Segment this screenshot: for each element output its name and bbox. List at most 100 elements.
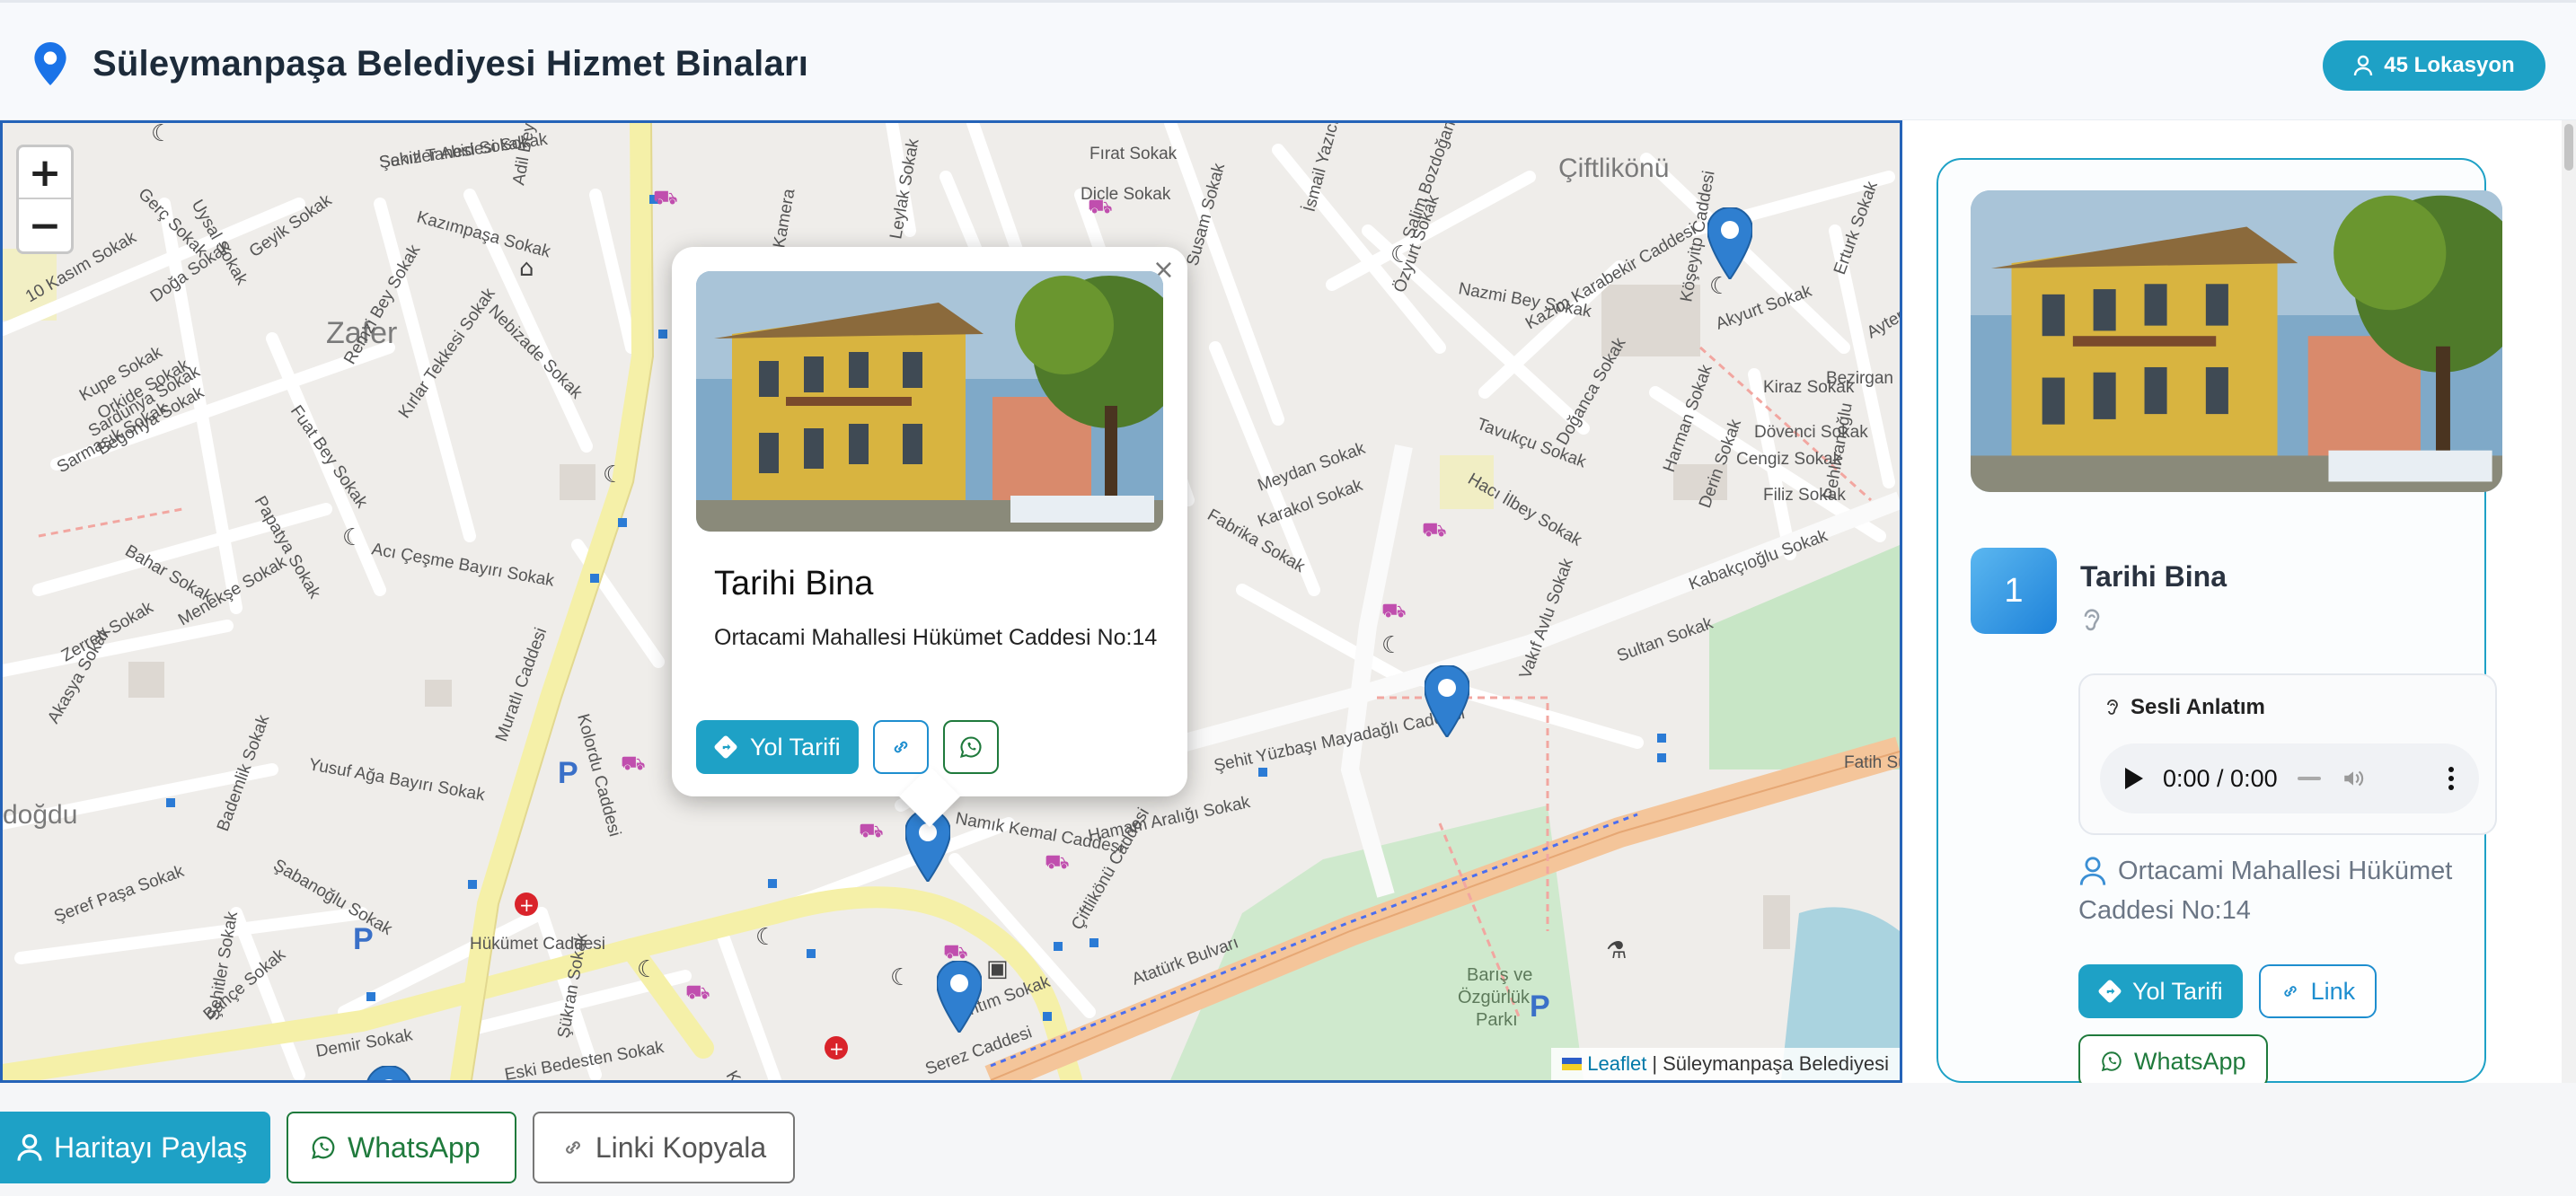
label-ciftlikonu: Çiftlikönü — [1558, 154, 1669, 183]
svg-text:▣: ▣ — [986, 955, 1009, 982]
map-view[interactable]: ☾ ☾ ☾ ☾ ☾ ☾ ☾ ☾ ☾ ⌂ ⚗ ▣ ⛟ ⛟ ⛟ ⛟ ⛟ ⛟ ⛟ ⛟ ⛟ + + PPP Zafe… — [0, 120, 1902, 1083]
link-icon — [894, 741, 907, 753]
location-card[interactable]: 1 Tarihi Bina Sesli Anlatım 0:00 / 0:00 … — [1936, 158, 2502, 1088]
share-actions: Haritayı Paylaş WhatsApp Linki Kopyala — [0, 1112, 795, 1183]
card-link-button[interactable]: Link — [2258, 964, 2378, 1018]
svg-text:⌂: ⌂ — [519, 255, 534, 282]
volume-icon[interactable] — [2341, 767, 2366, 790]
popup-whatsapp-button[interactable] — [942, 720, 999, 774]
zoom-in-button[interactable]: + — [19, 147, 71, 199]
audio-time: 0:00 / 0:00 — [2163, 764, 2278, 792]
street-label: Fatih Sultan — [1844, 753, 1900, 772]
share-footer: Haritayı Paylaş WhatsApp Linki Kopyala — [0, 1083, 2576, 1196]
ear-icon — [2107, 699, 2118, 715]
whatsapp-icon — [312, 1136, 335, 1159]
audio-progress-track[interactable] — [2297, 777, 2321, 780]
location-number-badge: 1 — [1971, 548, 2057, 634]
svg-text:⛟: ⛟ — [859, 820, 884, 842]
location-list-panel[interactable]: 1 Tarihi Bina Sesli Anlatım 0:00 / 0:00 … — [1902, 120, 2576, 1088]
location-card-address-text: Ortacami Mahallesi Hükümet Caddesi No:14 — [2078, 857, 2453, 925]
copy-link-label: Linki Kopyala — [595, 1130, 767, 1164]
svg-text:⚗: ⚗ — [1606, 937, 1627, 964]
card-whatsapp-button[interactable]: WhatsApp — [2078, 1034, 2268, 1088]
svg-text:⛟: ⛟ — [1045, 851, 1070, 874]
audio-guide-label: Sesli Anlatım — [2130, 695, 2265, 719]
play-icon[interactable] — [2125, 768, 2143, 789]
page-title: Süleymanpaşa Belediyesi Hizmet Binaları — [93, 44, 809, 84]
svg-text:Özgürlük: Özgürlük — [1458, 988, 1531, 1007]
audio-guide-box: Sesli Anlatım 0:00 / 0:00 — [2078, 673, 2497, 835]
audio-guide-heading: Sesli Anlatım — [2104, 695, 2265, 720]
directions-icon — [2098, 980, 2122, 1003]
popup-directions-label: Yol Tarifi — [750, 733, 841, 761]
whatsapp-icon — [2101, 1051, 2122, 1072]
card-directions-label: Yol Tarifi — [2132, 977, 2223, 1005]
directions-icon — [714, 735, 737, 759]
label-dogdu: doğdu — [3, 800, 77, 830]
svg-text:⛟: ⛟ — [1381, 600, 1407, 622]
location-count-badge[interactable]: 45 Lokasyon — [2323, 40, 2545, 91]
popup-directions-button[interactable]: Yol Tarifi — [696, 720, 859, 774]
svg-text:☾: ☾ — [637, 956, 657, 983]
share-map-button[interactable]: Haritayı Paylaş — [0, 1112, 270, 1183]
svg-text:☾: ☾ — [151, 123, 172, 147]
svg-text:☾: ☾ — [890, 964, 911, 991]
leaflet-link[interactable]: Leaflet — [1587, 1052, 1646, 1076]
scrollbar-thumb[interactable] — [2564, 124, 2573, 171]
svg-text:⛟: ⛟ — [685, 981, 710, 1004]
svg-text:+: + — [829, 1038, 844, 1060]
map-marker[interactable] — [935, 959, 984, 1034]
zoom-control: + − — [16, 145, 74, 254]
popup-actions: Yol Tarifi — [696, 720, 999, 774]
svg-text:☾: ☾ — [1381, 632, 1402, 659]
whatsapp-icon — [959, 736, 982, 758]
map-attribution: Leaflet | Süleymanpaşa Belediyesi — [1551, 1048, 1900, 1080]
marker-pin-icon — [1423, 664, 1471, 739]
street-label: Dicle Sokak — [1081, 185, 1171, 204]
marker-pin-icon — [1706, 206, 1754, 281]
audio-player[interactable]: 0:00 / 0:00 — [2100, 743, 2479, 813]
footer-whatsapp-label: WhatsApp — [348, 1130, 481, 1164]
card-directions-button[interactable]: Yol Tarifi — [2078, 964, 2243, 1018]
zoom-out-button[interactable]: − — [19, 199, 71, 251]
location-card-photo — [1971, 190, 2502, 492]
svg-text:☾: ☾ — [342, 524, 363, 551]
popup-link-button[interactable] — [872, 720, 929, 774]
more-options-icon[interactable] — [2448, 767, 2454, 790]
map-marker[interactable] — [1423, 664, 1471, 739]
marker-popup: × Tarihi Bina Ortacami Mahallesi Hükümet… — [672, 247, 1187, 827]
ear-icon — [2084, 609, 2100, 631]
footer-whatsapp-button[interactable]: WhatsApp — [287, 1112, 516, 1183]
svg-text:☾: ☾ — [603, 462, 623, 488]
share-map-label: Haritayı Paylaş — [54, 1130, 248, 1164]
location-count-label: 45 Lokasyon — [2384, 53, 2515, 77]
popup-title: Tarihi Bina — [714, 565, 874, 602]
svg-text:⛟: ⛟ — [621, 752, 646, 775]
location-card-address: Ortacami Mahallesi Hükümet Caddesi No:14 — [2078, 851, 2483, 930]
card-link-label: Link — [2310, 977, 2356, 1005]
copy-link-button[interactable]: Linki Kopyala — [533, 1112, 795, 1183]
card-whatsapp-label: WhatsApp — [2134, 1047, 2246, 1075]
map-marker[interactable] — [366, 1064, 411, 1080]
ukraine-flag-icon — [1562, 1058, 1583, 1070]
attribution-owner: Süleymanpaşa Belediyesi — [1663, 1052, 1889, 1075]
svg-text:Parkı: Parkı — [1476, 1010, 1518, 1030]
link-icon — [565, 1141, 580, 1154]
svg-text:P: P — [558, 756, 578, 790]
popup-address: Ortacami Mahallesi Hükümet Caddesi No:14 — [714, 625, 1158, 650]
svg-text:P: P — [1530, 989, 1550, 1024]
svg-text:+: + — [519, 894, 534, 916]
link-icon — [2283, 986, 2297, 997]
street-label: Bezirgan — [1826, 369, 1893, 388]
map-marker[interactable] — [1706, 206, 1754, 281]
location-card-title: Tarihi Bina — [2080, 560, 2227, 593]
page-header: Süleymanpaşa Belediyesi Hizmet Binaları … — [0, 0, 2576, 120]
svg-text:⛟: ⛟ — [1422, 519, 1447, 541]
panel-scrollbar[interactable] — [2562, 120, 2576, 1083]
map-pin-icon — [34, 42, 66, 85]
building-photo-image — [1971, 190, 2502, 492]
svg-text:Barış ve: Barış ve — [1467, 965, 1532, 985]
building-photo — [696, 271, 1163, 532]
user-pin-icon — [17, 1134, 42, 1161]
user-icon — [2354, 55, 2373, 76]
